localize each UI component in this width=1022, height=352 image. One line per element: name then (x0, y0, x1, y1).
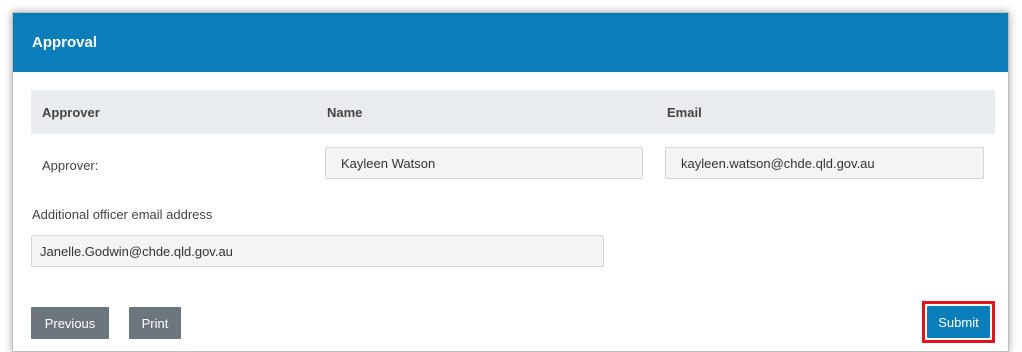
column-header-name: Name (327, 105, 363, 120)
approval-panel: Approval Approver Name Email Approver: K… (12, 12, 1009, 352)
print-button[interactable]: Print (129, 307, 181, 339)
approver-table-header: Approver Name Email (31, 90, 995, 134)
submit-button[interactable]: Submit (927, 306, 990, 338)
column-header-email: Email (667, 105, 702, 120)
approver-row: Approver: Kayleen Watson kayleen.watson@… (31, 134, 995, 194)
additional-officer-label: Additional officer email address (32, 207, 213, 222)
approver-email-field[interactable]: kayleen.watson@chde.qld.gov.au (665, 147, 984, 179)
panel-title: Approval (32, 34, 98, 51)
approver-email-value: kayleen.watson@chde.qld.gov.au (681, 155, 875, 171)
previous-button[interactable]: Previous (31, 307, 109, 339)
approver-name-field[interactable]: Kayleen Watson (325, 147, 643, 179)
additional-officer-email-value: Janelle.Godwin@chde.qld.gov.au (40, 243, 233, 259)
approver-name-value: Kayleen Watson (341, 155, 436, 171)
additional-officer-email-field[interactable]: Janelle.Godwin@chde.qld.gov.au (31, 235, 604, 267)
panel-header: Approval (13, 13, 1008, 72)
column-header-approver: Approver (42, 105, 100, 120)
approver-row-label: Approver: (42, 158, 99, 173)
